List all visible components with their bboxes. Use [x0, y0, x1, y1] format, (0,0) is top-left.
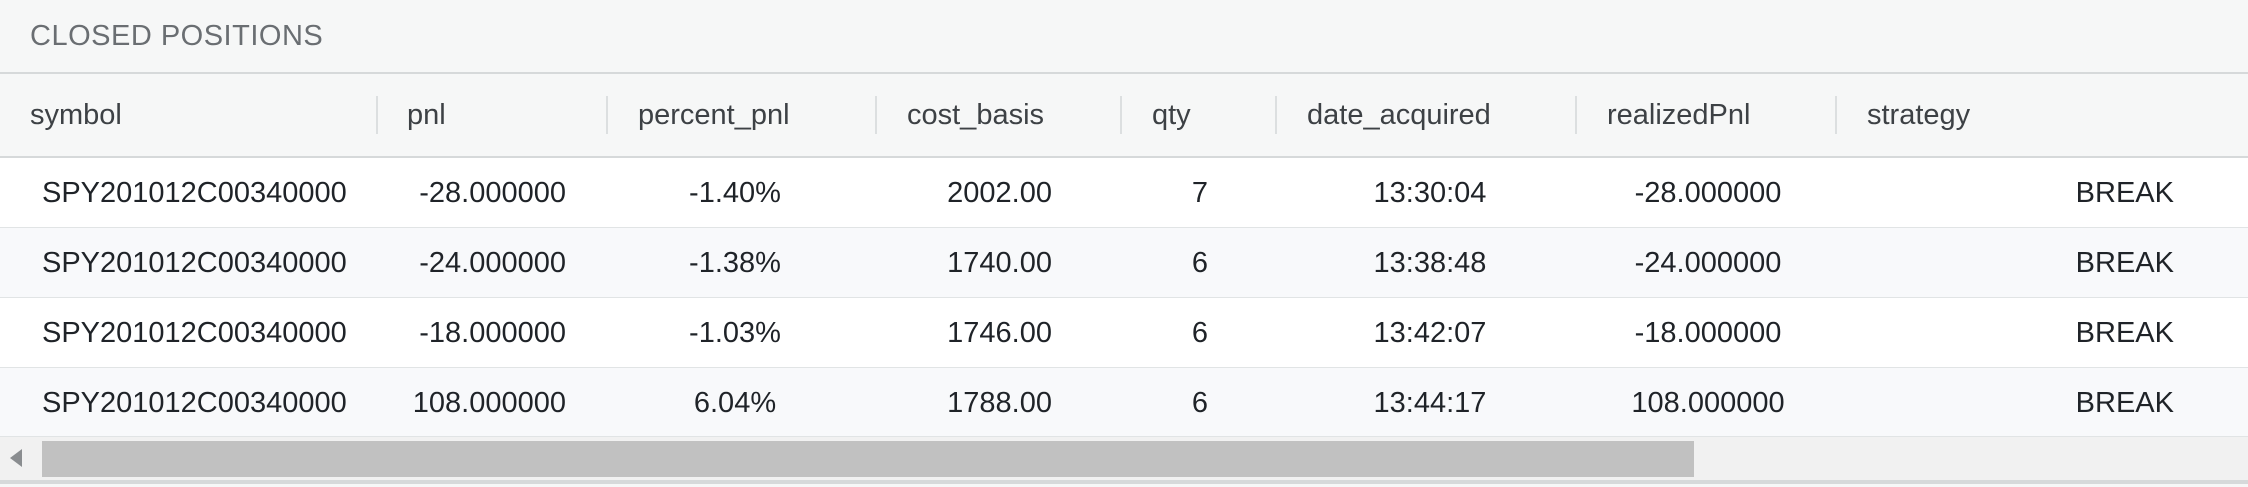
column-resize-handle[interactable]	[376, 96, 378, 134]
triangle-left-icon[interactable]	[10, 449, 22, 467]
cell-qty: 6	[1191, 386, 1209, 419]
cell-date-acquired: 13:38:48	[1373, 246, 1487, 279]
grid-body: SPY201012C00340000 -28.000000 -1.40% 200…	[0, 158, 2248, 438]
cell-strategy: BREAK	[2075, 176, 2174, 209]
column-header-qty[interactable]: qty	[1152, 74, 1272, 156]
cell-pnl: -28.000000	[419, 176, 566, 209]
grid-header: symbol pnl percent_pnl cost_basis qty da…	[0, 74, 2248, 158]
cell-symbol: SPY201012C00340000	[42, 246, 347, 279]
panel-bottom-border	[0, 480, 2248, 484]
closed-positions-panel: CLOSED POSITIONS symbol pnl percent_pnl …	[0, 0, 2248, 487]
cell-cost-basis: 1740.00	[947, 246, 1052, 279]
cell-symbol: SPY201012C00340000	[42, 176, 347, 209]
column-resize-handle[interactable]	[606, 96, 608, 134]
column-header-realized-pnl[interactable]: realizedPnl	[1607, 74, 1837, 156]
cell-percent-pnl: 6.04%	[693, 386, 777, 419]
cell-date-acquired: 13:42:07	[1373, 316, 1487, 349]
column-resize-handle[interactable]	[875, 96, 877, 134]
column-header-pnl[interactable]: pnl	[407, 74, 607, 156]
table-row[interactable]: SPY201012C00340000 108.000000 6.04% 1788…	[0, 368, 2248, 438]
column-header-strategy[interactable]: strategy	[1867, 74, 2167, 156]
cell-percent-pnl: -1.40%	[689, 176, 781, 209]
cell-symbol: SPY201012C00340000	[42, 386, 347, 419]
cell-qty: 7	[1191, 176, 1209, 209]
cell-strategy: BREAK	[2075, 316, 2174, 349]
cell-pnl: 108.000000	[412, 386, 566, 419]
cell-realized-pnl: -18.000000	[1634, 316, 1782, 349]
column-header-date-acquired[interactable]: date_acquired	[1307, 74, 1567, 156]
column-header-cost-basis[interactable]: cost_basis	[907, 74, 1117, 156]
cell-realized-pnl: -28.000000	[1634, 176, 1782, 209]
column-resize-handle[interactable]	[1275, 96, 1277, 134]
column-resize-handle[interactable]	[1835, 96, 1837, 134]
cell-strategy: BREAK	[2075, 246, 2174, 279]
cell-cost-basis: 1746.00	[947, 316, 1052, 349]
cell-cost-basis: 1788.00	[947, 386, 1052, 419]
column-resize-handle[interactable]	[1120, 96, 1122, 134]
cell-realized-pnl: 108.000000	[1631, 386, 1785, 419]
column-header-symbol[interactable]: symbol	[30, 74, 370, 156]
cell-realized-pnl: -24.000000	[1634, 246, 1782, 279]
panel-header: CLOSED POSITIONS	[0, 0, 2248, 74]
cell-percent-pnl: -1.03%	[689, 316, 781, 349]
cell-symbol: SPY201012C00340000	[42, 316, 347, 349]
column-resize-handle[interactable]	[1575, 96, 1577, 134]
cell-qty: 6	[1191, 246, 1209, 279]
table-row[interactable]: SPY201012C00340000 -28.000000 -1.40% 200…	[0, 158, 2248, 228]
cell-pnl: -24.000000	[419, 246, 566, 279]
table-row[interactable]: SPY201012C00340000 -18.000000 -1.03% 174…	[0, 298, 2248, 368]
cell-cost-basis: 2002.00	[947, 176, 1052, 209]
scrollbar-thumb[interactable]	[42, 441, 1694, 477]
column-header-percent-pnl[interactable]: percent_pnl	[638, 74, 868, 156]
cell-date-acquired: 13:44:17	[1373, 386, 1487, 419]
table-row[interactable]: SPY201012C00340000 -24.000000 -1.38% 174…	[0, 228, 2248, 298]
cell-percent-pnl: -1.38%	[689, 246, 781, 279]
cell-qty: 6	[1191, 316, 1209, 349]
cell-strategy: BREAK	[2075, 386, 2174, 419]
cell-date-acquired: 13:30:04	[1373, 176, 1487, 209]
cell-pnl: -18.000000	[419, 316, 566, 349]
horizontal-scrollbar[interactable]	[0, 436, 2248, 480]
panel-title: CLOSED POSITIONS	[30, 19, 324, 52]
